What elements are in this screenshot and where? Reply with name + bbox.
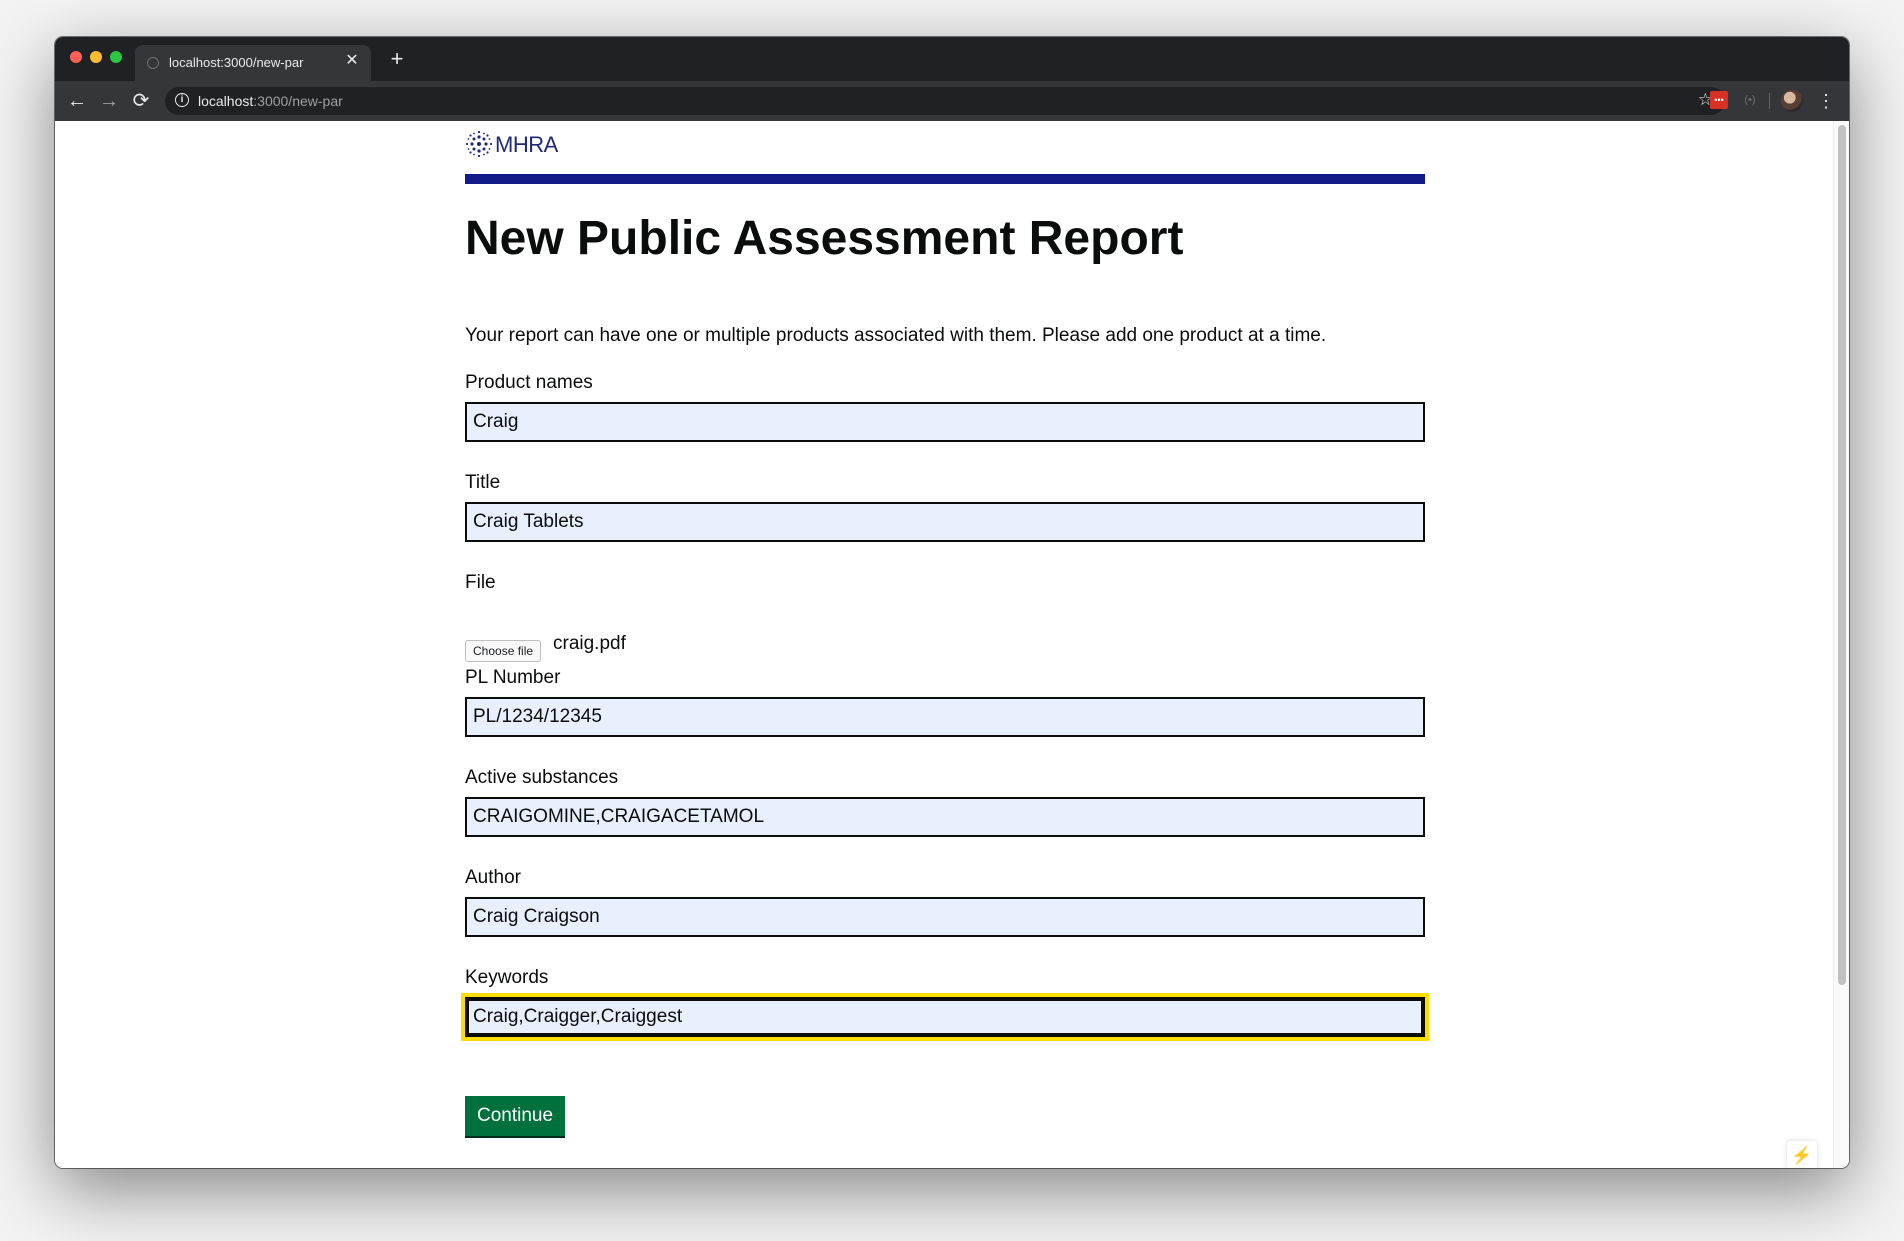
author-input[interactable] [465, 897, 1425, 937]
mhra-logo-icon [465, 130, 493, 158]
page-viewport: MHRA New Public Assessment Report Your r… [55, 121, 1849, 1168]
active-substances-input[interactable] [465, 797, 1425, 837]
new-tab-button[interactable]: + [385, 47, 409, 71]
file-label: File [465, 572, 496, 593]
file-name: craig.pdf [553, 633, 626, 654]
bolt-icon[interactable]: ⚡ [1787, 1141, 1817, 1168]
keywords-label: Keywords [465, 967, 549, 988]
tab-strip: localhost:3000/new-par ✕ + [55, 37, 1849, 81]
browser-toolbar: ← → ⟳ i localhost:3000/new-par ☆ ••• (•)… [55, 81, 1849, 121]
close-tab-icon[interactable]: ✕ [343, 52, 361, 70]
scrollbar-thumb[interactable] [1838, 125, 1846, 985]
pl-number-input[interactable] [465, 697, 1425, 737]
title-input[interactable] [465, 502, 1425, 542]
brand-bar [465, 174, 1425, 184]
forward-arrow-icon[interactable]: → [97, 89, 121, 113]
product-names-input[interactable] [465, 402, 1425, 442]
intro-text: Your report can have one or multiple pro… [465, 325, 1327, 346]
pl-number-label: PL Number [465, 667, 561, 688]
back-arrow-icon[interactable]: ← [65, 89, 89, 113]
author-label: Author [465, 867, 521, 888]
info-icon[interactable]: i [175, 93, 189, 107]
title-label: Title [465, 472, 501, 493]
menu-dots-icon[interactable]: ⋮ [1817, 89, 1835, 113]
browser-window: localhost:3000/new-par ✕ + ← → ⟳ i local… [55, 37, 1849, 1168]
choose-file-button[interactable]: Choose file [465, 640, 542, 662]
scrollbar-track[interactable] [1833, 121, 1849, 1168]
url-text: localhost:3000/new-par [198, 93, 343, 109]
page-title: New Public Assessment Report [465, 212, 1184, 265]
close-window-button[interactable] [70, 51, 82, 63]
reload-icon[interactable]: ⟳ [129, 89, 153, 113]
profile-avatar[interactable] [1781, 90, 1803, 112]
maximize-window-button[interactable] [110, 51, 122, 63]
keywords-input[interactable] [461, 993, 1429, 1041]
product-names-label: Product names [465, 372, 593, 393]
tab-title: localhost:3000/new-par [169, 55, 304, 70]
continue-button[interactable]: Continue [465, 1096, 566, 1136]
globe-icon [147, 57, 159, 69]
address-bar[interactable]: i localhost:3000/new-par ☆ [165, 87, 1725, 115]
toolbar-separator [1769, 93, 1770, 109]
browser-tab[interactable]: localhost:3000/new-par ✕ [135, 45, 371, 81]
minimize-window-button[interactable] [90, 51, 102, 63]
active-substances-label: Active substances [465, 767, 619, 788]
extension-red-icon[interactable]: ••• [1710, 91, 1728, 109]
extension-icon[interactable]: (•) [1741, 91, 1759, 109]
logo-text: MHRA [495, 132, 558, 157]
